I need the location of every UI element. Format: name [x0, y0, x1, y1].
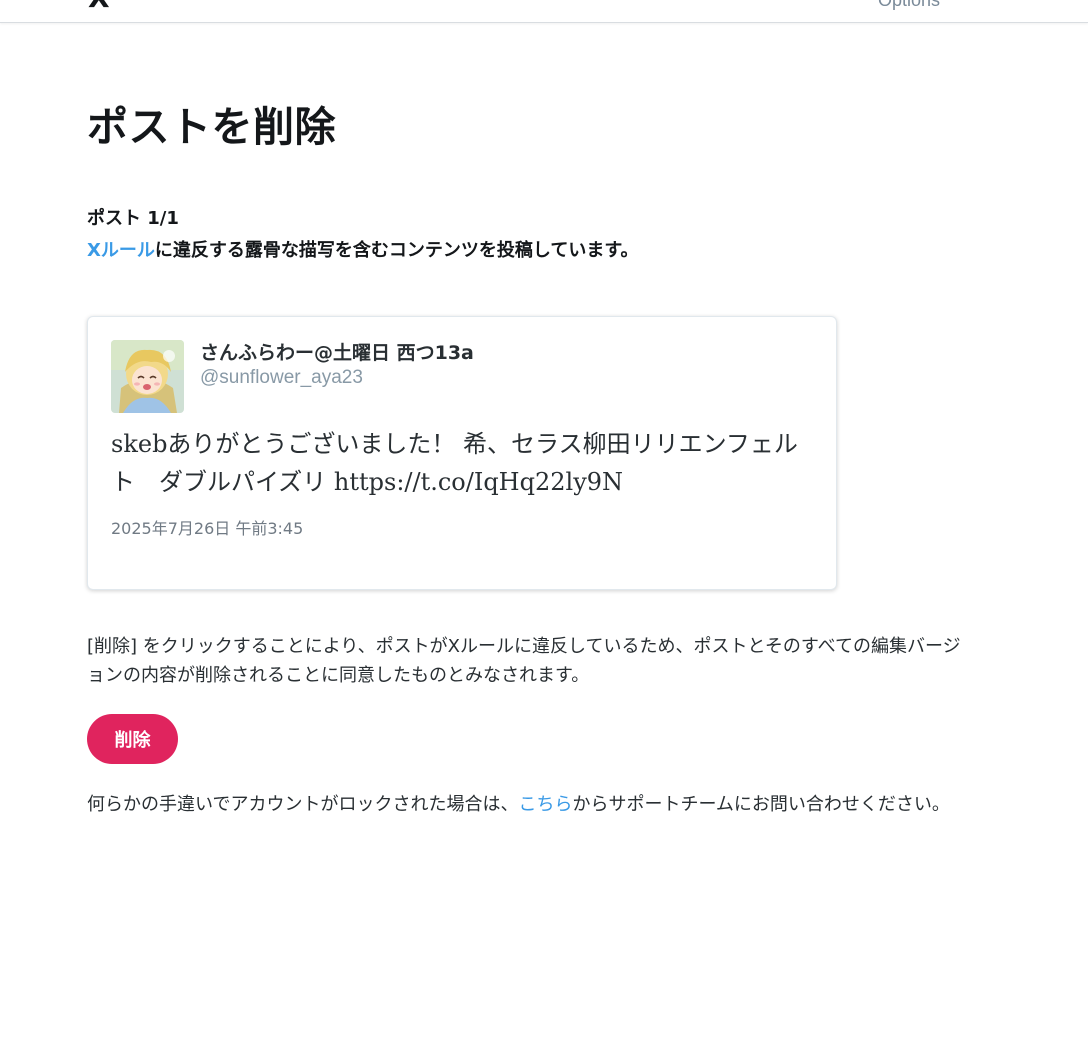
x-logo-icon[interactable]: X [88, 0, 122, 12]
delete-button[interactable]: 削除 [87, 714, 178, 764]
support-help-text: 何らかの手違いでアカウントがロックされた場合は、こちらからサポートチームにお問い… [87, 790, 977, 819]
top-bar: X Options [0, 0, 1088, 23]
violation-message: Xルールに違反する露骨な描写を含むコンテンツを投稿しています。 [87, 238, 977, 264]
main-content: ポストを削除 ポスト 1/1 Xルールに違反する露骨な描写を含むコンテンツを投稿… [87, 98, 977, 815]
help-text-before: 何らかの手違いでアカウントがロックされた場合は、 [87, 794, 519, 815]
tweet-text: skebありがとうございました！ 希、セラス柳田リリエンフェルト ダブルパイズリ… [111, 430, 798, 496]
tweet-author-handle[interactable]: @sunflower_aya23 [200, 365, 363, 391]
avatar-image-icon [111, 340, 184, 413]
x-rules-link[interactable]: Xルール [87, 240, 155, 261]
tweet-author-name[interactable]: さんふらわー@土曜日 西つ13a [200, 339, 474, 367]
avatar[interactable] [111, 340, 184, 413]
violation-text: に違反する露骨な描写を含むコンテンツを投稿しています。 [154, 240, 639, 261]
tweet-card: さんふらわー@土曜日 西つ13a @sunflower_aya23 skebあり… [87, 316, 837, 590]
options-menu-link[interactable]: Options [878, 0, 940, 11]
post-count: ポスト 1/1 [87, 208, 179, 229]
support-link[interactable]: こちら [518, 794, 572, 815]
help-text-after: からサポートチームにお問い合わせください。 [572, 794, 950, 815]
tweet-timestamp: 2025年7月26日 午前3:45 [111, 519, 304, 538]
page-title: ポストを削除 [87, 103, 336, 151]
agreement-text: [削除] をクリックすることにより、ポストがXルールに違反しているため、ポストと… [87, 636, 961, 686]
